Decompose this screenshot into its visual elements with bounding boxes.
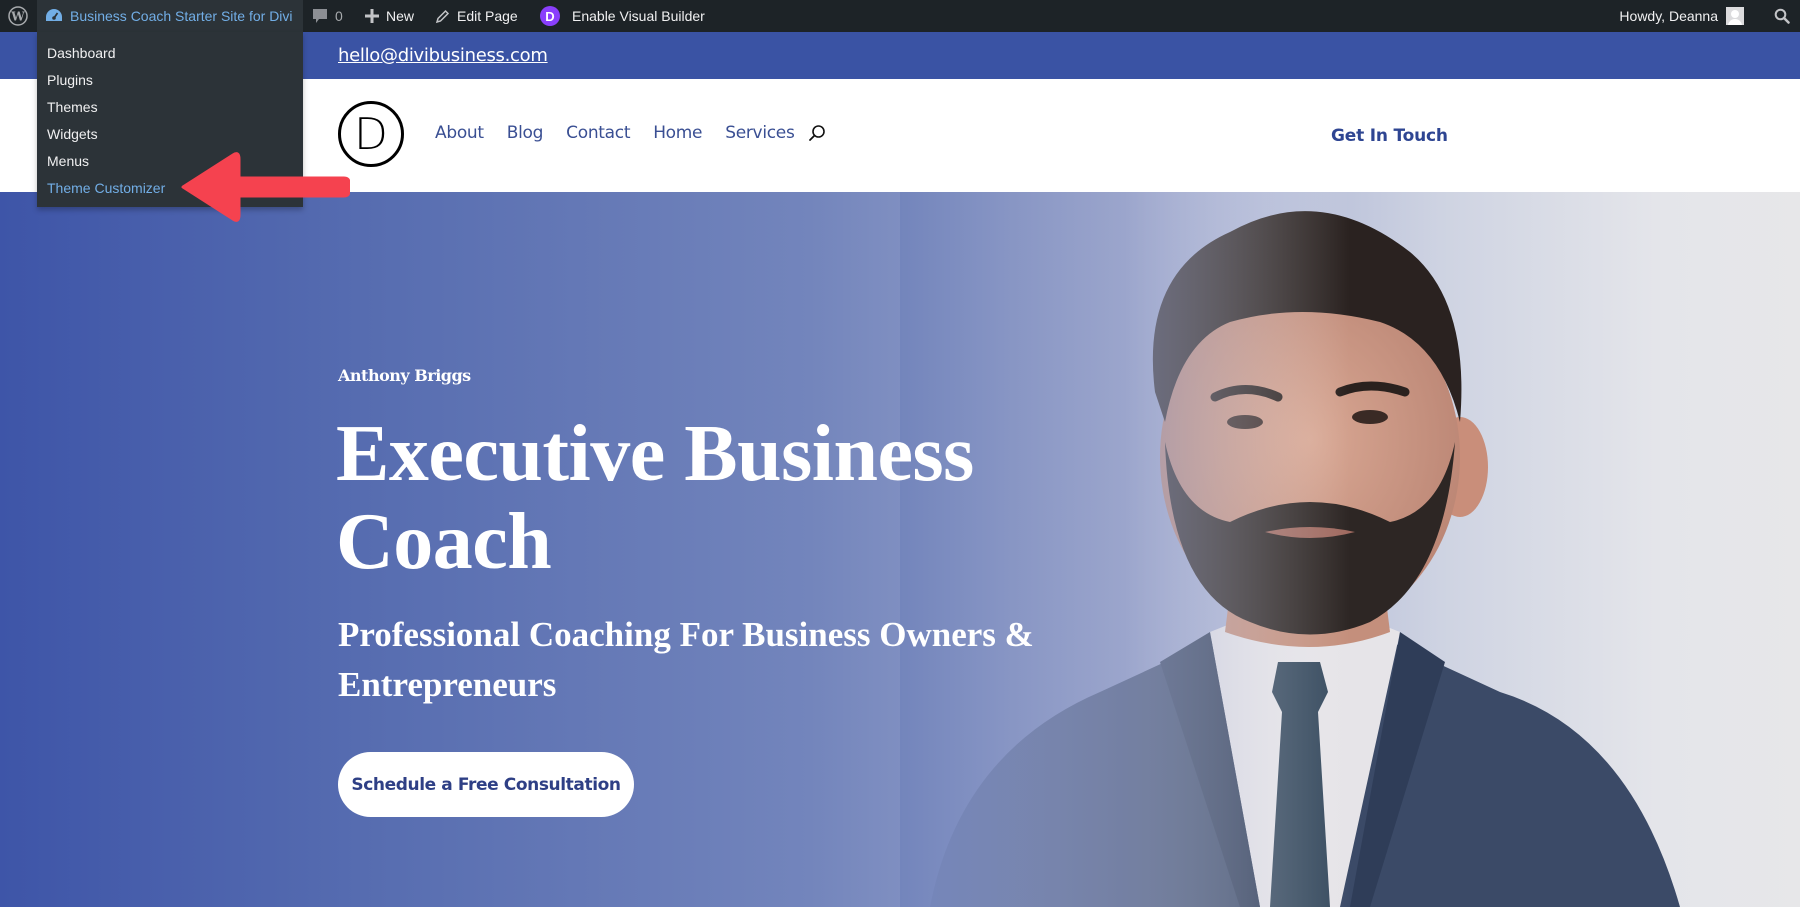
- nav-blog[interactable]: Blog: [507, 123, 544, 143]
- header-search-button[interactable]: [808, 124, 826, 142]
- get-in-touch-link[interactable]: Get In Touch: [1331, 126, 1448, 146]
- site-name-menu[interactable]: Business Coach Starter Site for Divi: [37, 0, 303, 32]
- comment-bubble-icon: [313, 9, 327, 23]
- plus-icon: [365, 9, 379, 23]
- annotation-arrow-icon: [181, 152, 350, 222]
- schedule-consultation-button[interactable]: Schedule a Free Consultation: [338, 752, 634, 817]
- hero-name: Anthony Briggs: [338, 366, 471, 385]
- menu-item-plugins[interactable]: Plugins: [37, 67, 303, 94]
- wp-admin-bar: W Business Coach Starter Site for Divi 0…: [0, 0, 1800, 32]
- comments-button[interactable]: 0: [312, 0, 343, 32]
- search-icon: [808, 125, 825, 141]
- email-link[interactable]: hello@divibusiness.com: [338, 45, 548, 66]
- svg-text:W: W: [10, 10, 25, 24]
- new-content-button[interactable]: New: [365, 0, 414, 32]
- user-avatar-icon: [1726, 7, 1744, 25]
- hero-tagline: Professional Coaching For Business Owner…: [338, 615, 1034, 704]
- dashboard-gauge-icon: [46, 9, 62, 21]
- user-account-menu[interactable]: Howdy, Deanna: [1619, 0, 1744, 32]
- nav-home[interactable]: Home: [653, 123, 702, 143]
- divi-logo-icon: D: [540, 6, 560, 26]
- comments-count: 0: [335, 8, 343, 24]
- nav-about[interactable]: About: [435, 123, 484, 143]
- menu-item-themes[interactable]: Themes: [37, 94, 303, 121]
- edit-page-button[interactable]: Edit Page: [435, 0, 518, 32]
- nav-contact[interactable]: Contact: [566, 123, 630, 143]
- hero-title: Executive Business Coach: [336, 410, 974, 586]
- wordpress-logo-icon: W: [8, 6, 28, 26]
- menu-item-widgets[interactable]: Widgets: [37, 121, 303, 148]
- admin-search-button[interactable]: [1764, 0, 1800, 32]
- wordpress-menu-button[interactable]: W: [0, 0, 36, 32]
- logo-letter: D: [354, 108, 388, 160]
- nav-services[interactable]: Services: [725, 123, 795, 143]
- edit-page-label: Edit Page: [457, 8, 518, 24]
- hero-section: Anthony Briggs Executive Business Coach …: [0, 192, 1800, 907]
- enable-visual-builder-button[interactable]: D Enable Visual Builder: [540, 0, 705, 32]
- visual-builder-label: Enable Visual Builder: [572, 8, 705, 24]
- search-icon: [1774, 8, 1790, 24]
- site-name-label: Business Coach Starter Site for Divi: [70, 8, 293, 24]
- main-navigation: About Blog Contact Home Services: [435, 123, 826, 143]
- new-label: New: [386, 8, 415, 24]
- pencil-icon: [435, 9, 450, 23]
- howdy-label: Howdy, Deanna: [1619, 8, 1718, 24]
- menu-item-dashboard[interactable]: Dashboard: [37, 40, 303, 67]
